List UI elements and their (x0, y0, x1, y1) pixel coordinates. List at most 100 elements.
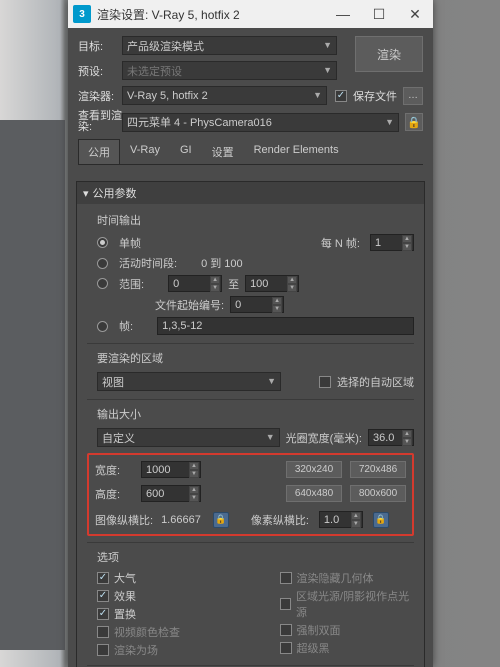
option-checkbox[interactable] (280, 598, 292, 610)
panel-title: 公用参数 (93, 185, 137, 201)
every-n-label: 每 N 帧: (321, 235, 360, 251)
preset-720x486[interactable]: 720x486 (350, 461, 406, 478)
output-size-select[interactable]: 自定义▼ (97, 428, 280, 447)
image-aspect-value: 1.66667 (161, 514, 201, 526)
save-file-browse-button[interactable]: … (403, 87, 423, 105)
options-title: 选项 (97, 549, 414, 565)
option-checkbox[interactable] (97, 572, 109, 584)
options-right-col: 渲染隐藏几何体区域光源/阴影视作点光源强制双面超级黑 (280, 569, 415, 659)
range-radio[interactable] (97, 278, 108, 289)
range-to-spinner[interactable]: 100▲▼ (245, 275, 299, 292)
preset-label: 预设: (78, 63, 122, 79)
chevron-down-icon: ▼ (385, 117, 394, 127)
chevron-down-icon: ▼ (323, 65, 332, 75)
lock-icon: 🔒 (375, 514, 386, 525)
width-spinner[interactable]: 1000▲▼ (141, 461, 201, 478)
active-segment-value: 0 到 100 (201, 255, 243, 271)
render-button[interactable]: 渲染 (355, 36, 423, 72)
render-area-select[interactable]: 视图▼ (97, 372, 281, 391)
common-params-panel: ▾ 公用参数 时间输出 单帧 每 N 帧: 1▲▼ 活动时间段: 0 到 100… (76, 181, 425, 667)
output-size-title: 输出大小 (97, 406, 414, 422)
chevron-down-icon: ▾ (83, 187, 89, 200)
preset-320x240[interactable]: 320x240 (286, 461, 342, 478)
option-checkbox[interactable] (280, 572, 292, 584)
window-title: 渲染设置: V-Ray 5, hotfix 2 (97, 6, 325, 23)
save-file-label: 保存文件 (353, 88, 397, 104)
target-label: 目标: (78, 38, 122, 54)
save-file-checkbox[interactable] (335, 90, 347, 102)
top-controls: 目标: 产品级渲染模式▼ 预设: 未选定预设▼ 渲染 渲染器: V-Ray 5,… (68, 28, 433, 175)
range-label: 范围: (119, 276, 144, 292)
pixel-aspect-spinner[interactable]: 1.0▲▼ (319, 511, 363, 528)
option-checkbox[interactable] (97, 590, 109, 602)
tab-common[interactable]: 公用 (78, 139, 120, 164)
preset-640x480[interactable]: 640x480 (286, 485, 342, 502)
frames-radio[interactable] (97, 321, 108, 332)
frames-input[interactable]: 1,3,5-12 (157, 317, 414, 335)
size-highlight-box: 宽度: 1000▲▼ 320x240 720x486 高度: 600▲▼ 640… (87, 453, 414, 536)
option-checkbox[interactable] (280, 624, 292, 636)
tab-vray[interactable]: V-Ray (120, 139, 170, 164)
close-button[interactable]: ✕ (397, 0, 433, 28)
frames-label: 帧: (119, 318, 133, 334)
common-params-header[interactable]: ▾ 公用参数 (77, 182, 424, 204)
tab-gi[interactable]: GI (170, 139, 202, 164)
renderer-select[interactable]: V-Ray 5, hotfix 2▼ (122, 86, 327, 105)
preset-select[interactable]: 未选定预设▼ (122, 61, 337, 80)
titlebar: 3 渲染设置: V-Ray 5, hotfix 2 — ☐ ✕ (68, 0, 433, 28)
active-segment-radio[interactable] (97, 258, 108, 269)
pixel-aspect-lock[interactable]: 🔒 (373, 512, 389, 528)
option-label: 渲染隐藏几何体 (297, 570, 374, 586)
aperture-label: 光圈宽度(毫米): (286, 430, 362, 446)
view-select[interactable]: 四元菜单 4 - PhysCamera016▼ (122, 113, 399, 132)
width-label: 宽度: (95, 462, 135, 478)
tab-render-elements[interactable]: Render Elements (244, 139, 349, 164)
option-label: 渲染为场 (114, 642, 158, 658)
app-icon: 3 (73, 5, 91, 23)
tab-settings[interactable]: 设置 (202, 139, 244, 164)
height-spinner[interactable]: 600▲▼ (141, 485, 201, 502)
pixel-aspect-label: 像素纵横比: (251, 512, 309, 528)
view-lock-button[interactable]: 🔒 (405, 113, 423, 131)
lock-icon: 🔒 (407, 116, 421, 129)
option-checkbox[interactable] (97, 626, 109, 638)
single-frame-label: 单帧 (119, 235, 141, 251)
image-aspect-lock[interactable]: 🔒 (213, 512, 229, 528)
chevron-down-icon: ▼ (313, 90, 322, 100)
option-label: 置换 (114, 606, 136, 622)
option-checkbox[interactable] (280, 642, 292, 654)
option-label: 强制双面 (297, 622, 341, 638)
range-from-spinner[interactable]: 0▲▼ (168, 275, 222, 292)
option-label: 视频颜色检查 (114, 624, 180, 640)
render-area-title: 要渲染的区域 (97, 350, 414, 366)
height-label: 高度: (95, 486, 135, 502)
minimize-button[interactable]: — (325, 0, 361, 28)
lock-icon: 🔒 (215, 514, 226, 525)
target-select[interactable]: 产品级渲染模式▼ (122, 36, 337, 55)
auto-region-label: 选择的自动区域 (337, 374, 414, 390)
range-to-label: 至 (228, 276, 239, 292)
options-left-col: 大气效果置换视频颜色检查渲染为场 (97, 569, 232, 659)
single-frame-radio[interactable] (97, 237, 108, 248)
option-label: 超级黑 (297, 640, 330, 656)
file-start-spinner[interactable]: 0▲▼ (230, 296, 284, 313)
every-n-spinner[interactable]: 1▲▼ (370, 234, 414, 251)
option-checkbox[interactable] (97, 608, 109, 620)
file-start-label: 文件起始编号: (155, 297, 224, 313)
option-label: 效果 (114, 588, 136, 604)
active-segment-label: 活动时间段: (119, 255, 177, 271)
chevron-down-icon: ▼ (323, 40, 332, 50)
chevron-down-icon: ▼ (266, 432, 275, 442)
preset-800x600[interactable]: 800x600 (350, 485, 406, 502)
option-checkbox[interactable] (97, 644, 109, 656)
option-label: 大气 (114, 570, 136, 586)
render-settings-dialog: 3 渲染设置: V-Ray 5, hotfix 2 — ☐ ✕ 目标: 产品级渲… (68, 0, 433, 667)
renderer-label: 渲染器: (78, 88, 122, 104)
chevron-down-icon: ▼ (267, 376, 276, 386)
image-aspect-label: 图像纵横比: (95, 512, 153, 528)
maximize-button[interactable]: ☐ (361, 0, 397, 28)
tabs: 公用 V-Ray GI 设置 Render Elements (78, 139, 423, 165)
aperture-spinner[interactable]: 36.0▲▼ (368, 429, 414, 446)
time-output-title: 时间输出 (97, 212, 414, 228)
auto-region-checkbox[interactable] (319, 376, 331, 388)
